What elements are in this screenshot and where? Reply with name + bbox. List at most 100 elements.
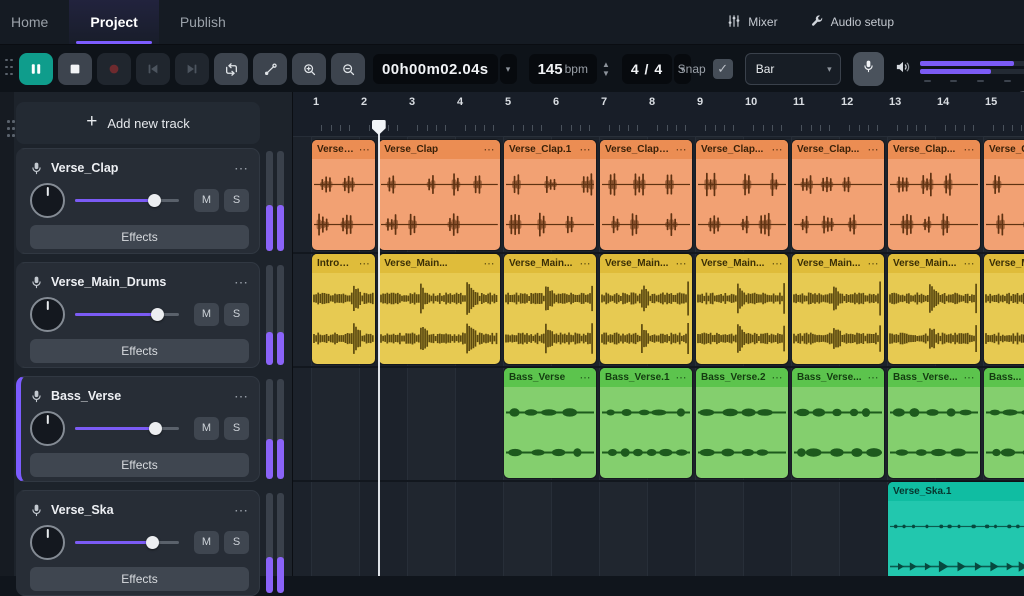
skip-forward-button[interactable]	[175, 53, 209, 85]
solo-button[interactable]: S	[224, 531, 249, 554]
track-menu-icon[interactable]: ⋯	[234, 277, 249, 287]
pan-knob[interactable]	[30, 183, 65, 218]
tab-home[interactable]: Home	[0, 0, 69, 44]
pan-knob[interactable]	[30, 411, 65, 446]
time-format-dropdown[interactable]: ▾	[500, 54, 517, 84]
grid-resolution-select[interactable]: Bar ▾	[745, 53, 841, 85]
pan-knob[interactable]	[30, 525, 65, 560]
time-display[interactable]: 00h00m02.04s	[373, 54, 498, 84]
clip-verse_main_drums[interactable]: Verse_Main...⋯	[600, 254, 692, 364]
clip-bass_verse[interactable]: Bass_Verse...⋯	[792, 368, 884, 478]
snap-checkbox[interactable]: ✓	[713, 59, 733, 79]
clip-verse_main_drums[interactable]: Verse_Main...⋯	[504, 254, 596, 364]
clip-verse_clap[interactable]: Verse_Clap...⋯	[792, 140, 884, 250]
clip-menu-icon[interactable]: ⋯	[676, 260, 688, 268]
track-menu-icon[interactable]: ⋯	[234, 391, 249, 401]
volume-slider[interactable]	[75, 194, 179, 207]
clip-verse_main_drums[interactable]: Verse_Main...⋯	[888, 254, 980, 364]
mute-button[interactable]: M	[194, 417, 219, 440]
clip-verse_clap[interactable]: Verse_Cla...	[984, 140, 1024, 250]
clip-verse_main_drums[interactable]: Verse_Main...⋯	[696, 254, 788, 364]
clip-menu-icon[interactable]: ⋯	[772, 374, 784, 382]
track-card-verse_clap[interactable]: Verse_Clap ⋯ MS Effects	[16, 148, 260, 254]
clip-menu-icon[interactable]: ⋯	[359, 146, 371, 154]
tab-project[interactable]: Project	[69, 0, 158, 44]
clip-verse_clap[interactable]: Verse_Clap...⋯	[696, 140, 788, 250]
mic-input-button[interactable]	[853, 52, 884, 86]
clip-verse_main_drums[interactable]: Verse_Main...⋯	[792, 254, 884, 364]
solo-button[interactable]: S	[224, 417, 249, 440]
track-card-verse_ska[interactable]: Verse_Ska ⋯ MS Effects	[16, 490, 260, 596]
clip-bass_verse[interactable]: Bass_Verse.1⋯	[600, 368, 692, 478]
effects-button[interactable]: Effects	[30, 225, 249, 249]
time-signature-display[interactable]: 4 / 4	[622, 54, 672, 84]
track-card-verse_main_drums[interactable]: Verse_Main_Drums⋯MSEffects	[16, 262, 260, 368]
volume-slider[interactable]	[75, 536, 179, 549]
track-name[interactable]: Verse_Ska	[51, 503, 226, 517]
volume-slider[interactable]	[75, 308, 179, 321]
clip-menu-icon[interactable]: ⋯	[868, 146, 880, 154]
clip-menu-icon[interactable]: ⋯	[772, 260, 784, 268]
clip-menu-icon[interactable]: ⋯	[964, 146, 976, 154]
clip-verse_clap[interactable]: Verse_Clap⋯	[312, 140, 375, 250]
track-name[interactable]: Verse_Clap	[51, 161, 226, 175]
clip-bass_verse[interactable]: Bass...	[984, 368, 1024, 478]
zoom-in-button[interactable]	[292, 53, 326, 85]
clip-bass_verse[interactable]: Bass_Verse...⋯	[888, 368, 980, 478]
clip-menu-icon[interactable]: ⋯	[868, 260, 880, 268]
stepper-down-icon[interactable]: ▼	[602, 70, 610, 78]
clip-verse_main_drums[interactable]: Verse_M...	[984, 254, 1024, 364]
audio-setup-button[interactable]: Audio setup	[810, 14, 894, 31]
add-new-track-button[interactable]: + Add new track	[16, 102, 260, 144]
effects-button[interactable]: Effects	[30, 567, 249, 591]
pause-button[interactable]	[19, 53, 53, 85]
clip-menu-icon[interactable]: ⋯	[964, 374, 976, 382]
clip-menu-icon[interactable]: ⋯	[483, 146, 495, 154]
transport-drag-handle-icon[interactable]	[5, 59, 15, 80]
playhead[interactable]	[378, 120, 380, 576]
track-name[interactable]: Bass_Verse	[51, 389, 226, 403]
slider-thumb[interactable]	[151, 308, 164, 321]
slider-thumb[interactable]	[149, 422, 162, 435]
skip-back-button[interactable]	[136, 53, 170, 85]
stop-button[interactable]	[58, 53, 92, 85]
clip-menu-icon[interactable]: ⋯	[772, 146, 784, 154]
tab-publish[interactable]: Publish	[159, 0, 247, 44]
clip-menu-icon[interactable]: ⋯	[580, 146, 592, 154]
clip-menu-icon[interactable]: ⋯	[580, 374, 592, 382]
automation-button[interactable]	[253, 53, 287, 85]
clip-menu-icon[interactable]: ⋯	[868, 374, 880, 382]
clip-verse_clap[interactable]: Verse_Clap.1⋯	[504, 140, 596, 250]
slider-thumb[interactable]	[148, 194, 161, 207]
pan-knob[interactable]	[30, 297, 65, 332]
clip-verse_main_drums[interactable]: Intro_Percus_⋯	[312, 254, 375, 364]
track-menu-icon[interactable]: ⋯	[234, 505, 249, 515]
stepper-up-icon[interactable]: ▲	[602, 61, 610, 69]
solo-button[interactable]: S	[224, 189, 249, 212]
clip-verse_clap[interactable]: Verse_Clap⋯	[379, 140, 500, 250]
bpm-stepper[interactable]: ▲ ▼	[602, 61, 610, 78]
slider-thumb[interactable]	[146, 536, 159, 549]
clip-verse_main_drums[interactable]: Verse_Main...⋯	[379, 254, 500, 364]
volume-slider[interactable]	[75, 422, 179, 435]
clip-verse_ska[interactable]: Verse_Ska.1⋯	[888, 482, 1024, 576]
clip-verse_clap[interactable]: Verse_Clap.1.1⋯	[600, 140, 692, 250]
effects-button[interactable]: Effects	[30, 453, 249, 477]
tempo-display[interactable]: 145 bpm	[529, 54, 597, 84]
solo-button[interactable]: S	[224, 303, 249, 326]
loop-button[interactable]	[214, 53, 248, 85]
mute-button[interactable]: M	[194, 189, 219, 212]
clip-menu-icon[interactable]: ⋯	[676, 146, 688, 154]
mute-button[interactable]: M	[194, 303, 219, 326]
mute-button[interactable]: M	[194, 531, 219, 554]
master-volume-button[interactable]	[895, 60, 911, 79]
track-menu-icon[interactable]: ⋯	[234, 163, 249, 173]
clip-menu-icon[interactable]: ⋯	[580, 260, 592, 268]
mixer-button[interactable]: Mixer	[727, 14, 777, 31]
clip-menu-icon[interactable]: ⋯	[964, 260, 976, 268]
track-card-bass_verse[interactable]: Bass_Verse ⋯ MS Effects	[16, 376, 260, 482]
zoom-out-button[interactable]	[331, 53, 365, 85]
record-button[interactable]	[97, 53, 131, 85]
clip-bass_verse[interactable]: Bass_Verse⋯	[504, 368, 596, 478]
clip-menu-icon[interactable]: ⋯	[483, 260, 495, 268]
